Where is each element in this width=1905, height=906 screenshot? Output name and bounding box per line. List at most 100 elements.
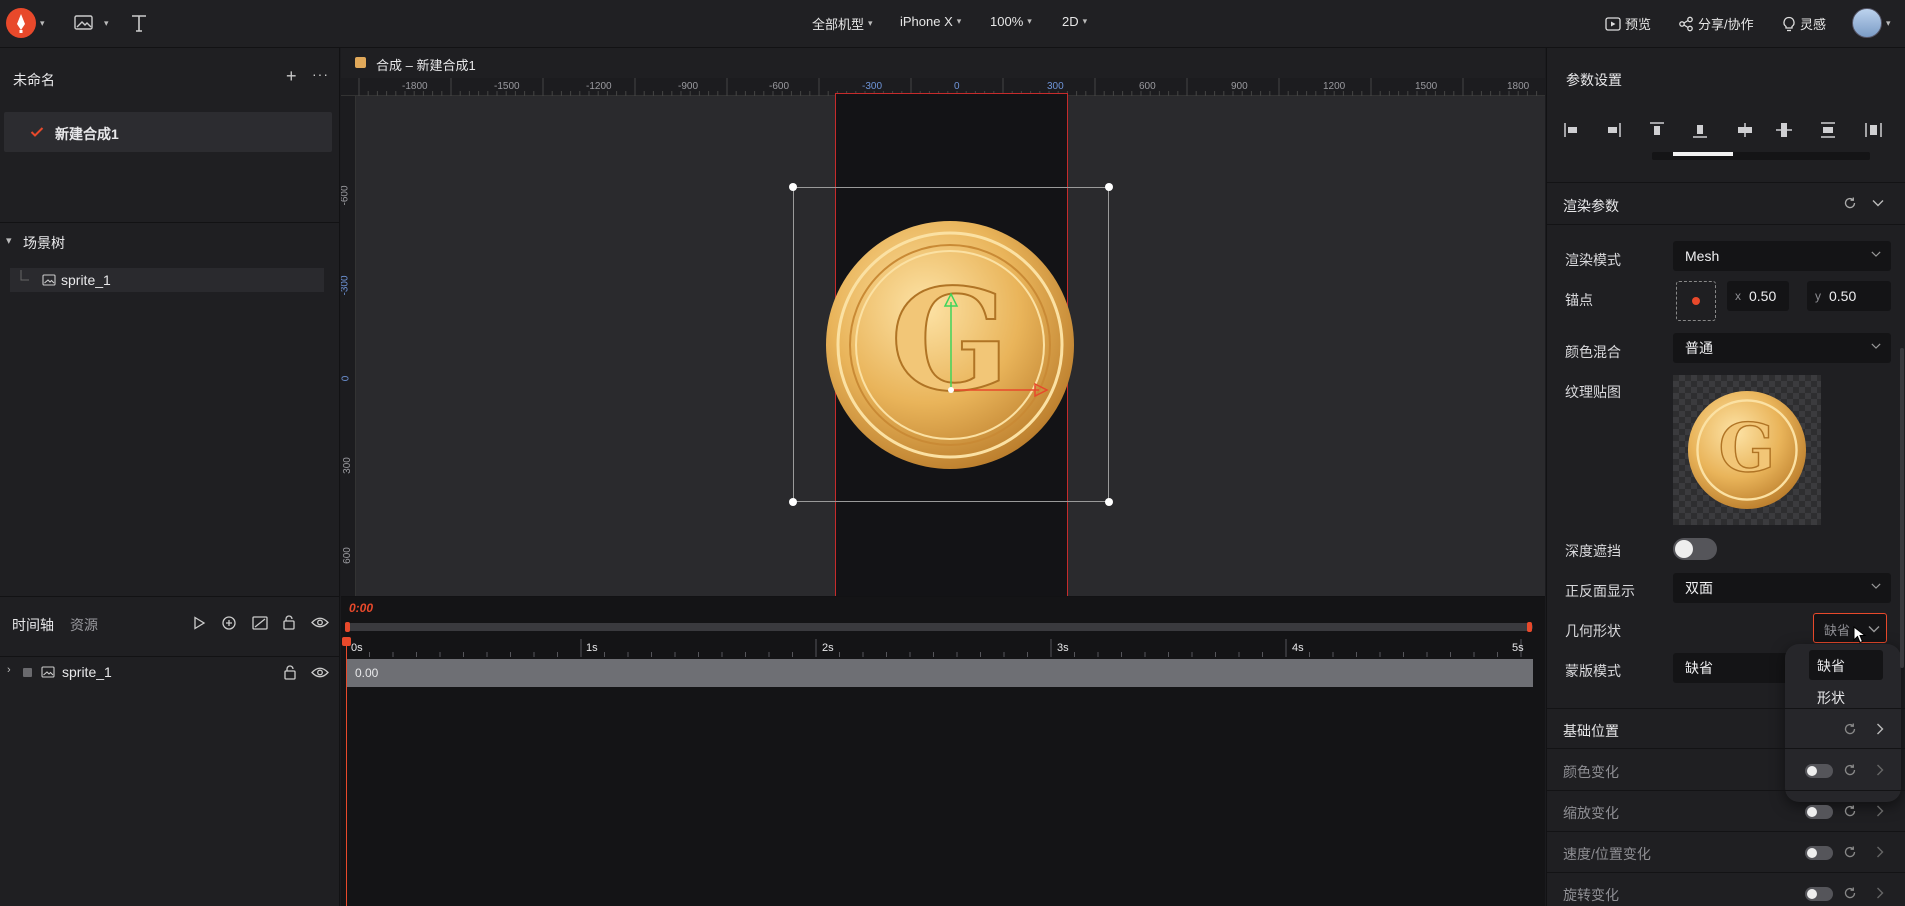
scrollbar-end-handle[interactable] [1527, 622, 1532, 632]
chevron-right-icon[interactable] [1875, 887, 1885, 899]
base-position-title[interactable]: 基础位置 [1563, 721, 1619, 741]
chevron-right-icon[interactable] [1875, 846, 1885, 858]
avatar[interactable] [1852, 8, 1882, 38]
transform-gizmo[interactable] [941, 288, 1061, 398]
color-change-title[interactable]: 颜色变化 [1563, 762, 1619, 782]
ruler-label: 600 [341, 547, 353, 564]
speed-change-toggle[interactable] [1805, 846, 1833, 860]
reset-icon[interactable] [1843, 196, 1857, 210]
canvas-tab-title[interactable]: 合成 – 新建合成1 [376, 55, 476, 74]
chevron-down-icon[interactable]: ▾ [40, 18, 45, 29]
coin-thumbnail-image: G [1687, 390, 1807, 510]
chevron-down-icon[interactable] [1872, 198, 1884, 208]
alignment-toolbar[interactable] [1563, 120, 1903, 140]
add-icon[interactable]: + [286, 66, 297, 87]
mode-select-label: 2D [1062, 14, 1079, 29]
side-select[interactable]: 双面 [1673, 573, 1891, 603]
composition-item[interactable]: 新建合成1 [4, 112, 332, 152]
scale-change-title[interactable]: 缩放变化 [1563, 803, 1619, 823]
track-clip[interactable]: 0.00 [347, 659, 1533, 687]
chevron-right-icon[interactable] [1875, 723, 1885, 735]
properties-panel: 参数设置 渲染参数 渲染模式 Mesh 锚点 x 0.50 y 0.50 颜色混 [1546, 48, 1905, 906]
add-keyframe-icon[interactable] [222, 616, 236, 630]
preview-button[interactable]: 预览 [1605, 14, 1651, 33]
tab-timeline[interactable]: 时间轴 [12, 615, 54, 635]
render-mode-select[interactable]: Mesh [1673, 241, 1891, 271]
texture-thumbnail[interactable]: G [1673, 375, 1821, 525]
reset-icon[interactable] [1843, 804, 1857, 818]
time-ruler[interactable]: 0s 1s 2s 3s 4s 5s [346, 639, 1536, 657]
time-tick-label: 1s [586, 642, 598, 654]
track-color-swatch [23, 668, 32, 677]
chevron-right-icon[interactable] [1875, 764, 1885, 776]
reset-icon[interactable] [1843, 845, 1857, 859]
inspiration-button[interactable]: 灵感 [1782, 14, 1826, 33]
dropdown-option-selected[interactable]: 缺省 [1809, 650, 1883, 680]
depth-toggle[interactable] [1673, 538, 1717, 560]
resize-handle[interactable] [1105, 498, 1113, 506]
more-icon[interactable]: ··· [312, 66, 329, 82]
zoom-select[interactable]: 100% ▾ [990, 14, 1032, 29]
anchor-label: 锚点 [1565, 292, 1593, 308]
chevron-down-icon: ▾ [868, 18, 873, 28]
depth-label: 深度遮挡 [1565, 543, 1621, 559]
resize-handle[interactable] [789, 498, 797, 506]
anchor-picker[interactable] [1676, 281, 1716, 321]
reset-icon[interactable] [1843, 722, 1857, 736]
anchor-x-input[interactable]: x 0.50 [1727, 281, 1789, 311]
coin-letter: G [1719, 408, 1776, 487]
panel-scrollbar[interactable] [1900, 348, 1904, 668]
blend-select[interactable]: 普通 [1673, 333, 1891, 363]
timeline-scrollbar[interactable] [347, 623, 1533, 631]
rotate-change-title[interactable]: 旋转变化 [1563, 885, 1619, 905]
canvas-area[interactable]: 合成 – 新建合成1 -1800 -1500 -1200 -900 -600 -… [341, 48, 1545, 596]
reset-icon[interactable] [1843, 886, 1857, 900]
resize-handle[interactable] [789, 183, 797, 191]
chevron-right-icon[interactable] [1875, 805, 1885, 817]
eye-icon[interactable] [311, 666, 329, 679]
chevron-down-icon[interactable]: ▾ [1886, 18, 1891, 29]
scene-tree-item[interactable]: sprite_1 [10, 268, 324, 292]
share-button[interactable]: 分享/协作 [1678, 14, 1754, 33]
chevron-down-icon: ▾ [1082, 16, 1088, 26]
anchor-y-input[interactable]: y 0.50 [1807, 281, 1891, 311]
playhead-handle[interactable] [342, 637, 351, 646]
ruler-label: 300 [341, 457, 353, 474]
scrollbar-start-handle[interactable] [345, 622, 350, 632]
app-logo[interactable] [6, 8, 36, 38]
eye-icon[interactable] [311, 616, 329, 629]
color-change-toggle[interactable] [1805, 764, 1833, 778]
reset-icon[interactable] [1843, 763, 1857, 777]
panel-title: 参数设置 [1566, 72, 1622, 88]
lock-icon[interactable] [284, 665, 296, 680]
chevron-down-icon: ▾ [956, 16, 962, 26]
mode-select[interactable]: 2D ▾ [1062, 14, 1087, 29]
playhead[interactable] [346, 639, 347, 906]
lightbulb-icon [1783, 16, 1795, 31]
side-label: 正反面显示 [1565, 583, 1635, 599]
fit-screen-icon[interactable] [252, 616, 268, 630]
chevron-right-icon[interactable]: › [7, 664, 11, 676]
resize-handle[interactable] [1105, 183, 1113, 191]
lock-icon[interactable] [283, 615, 295, 630]
timeline-panel-left: 时间轴 资源 › sprite_1 [0, 596, 340, 906]
text-tool-button[interactable] [130, 13, 148, 33]
inspiration-label: 灵感 [1800, 17, 1827, 32]
image-tool-button[interactable] [74, 14, 94, 32]
anchor-x-value: 0.50 [1749, 288, 1777, 304]
device-select[interactable]: 全部机型 ▾ [812, 14, 873, 33]
mask-label: 蒙版模式 [1565, 663, 1621, 679]
tab-assets[interactable]: 资源 [70, 615, 98, 635]
chevron-down-icon[interactable]: ▾ [6, 234, 12, 247]
chevron-down-icon[interactable]: ▾ [104, 18, 109, 29]
render-section-title[interactable]: 渲染参数 [1563, 196, 1619, 216]
geometry-select[interactable]: 缺省 [1813, 613, 1887, 643]
scale-change-toggle[interactable] [1805, 805, 1833, 819]
current-time: 0:00 [349, 601, 374, 615]
model-select[interactable]: iPhone X ▾ [900, 14, 961, 29]
play-icon[interactable] [192, 616, 206, 630]
speed-change-title[interactable]: 速度/位置变化 [1563, 844, 1651, 864]
timeline-track-row[interactable]: › sprite_1 [0, 657, 340, 687]
panel-scroll-thumb[interactable] [1673, 152, 1733, 156]
rotate-change-toggle[interactable] [1805, 887, 1833, 901]
